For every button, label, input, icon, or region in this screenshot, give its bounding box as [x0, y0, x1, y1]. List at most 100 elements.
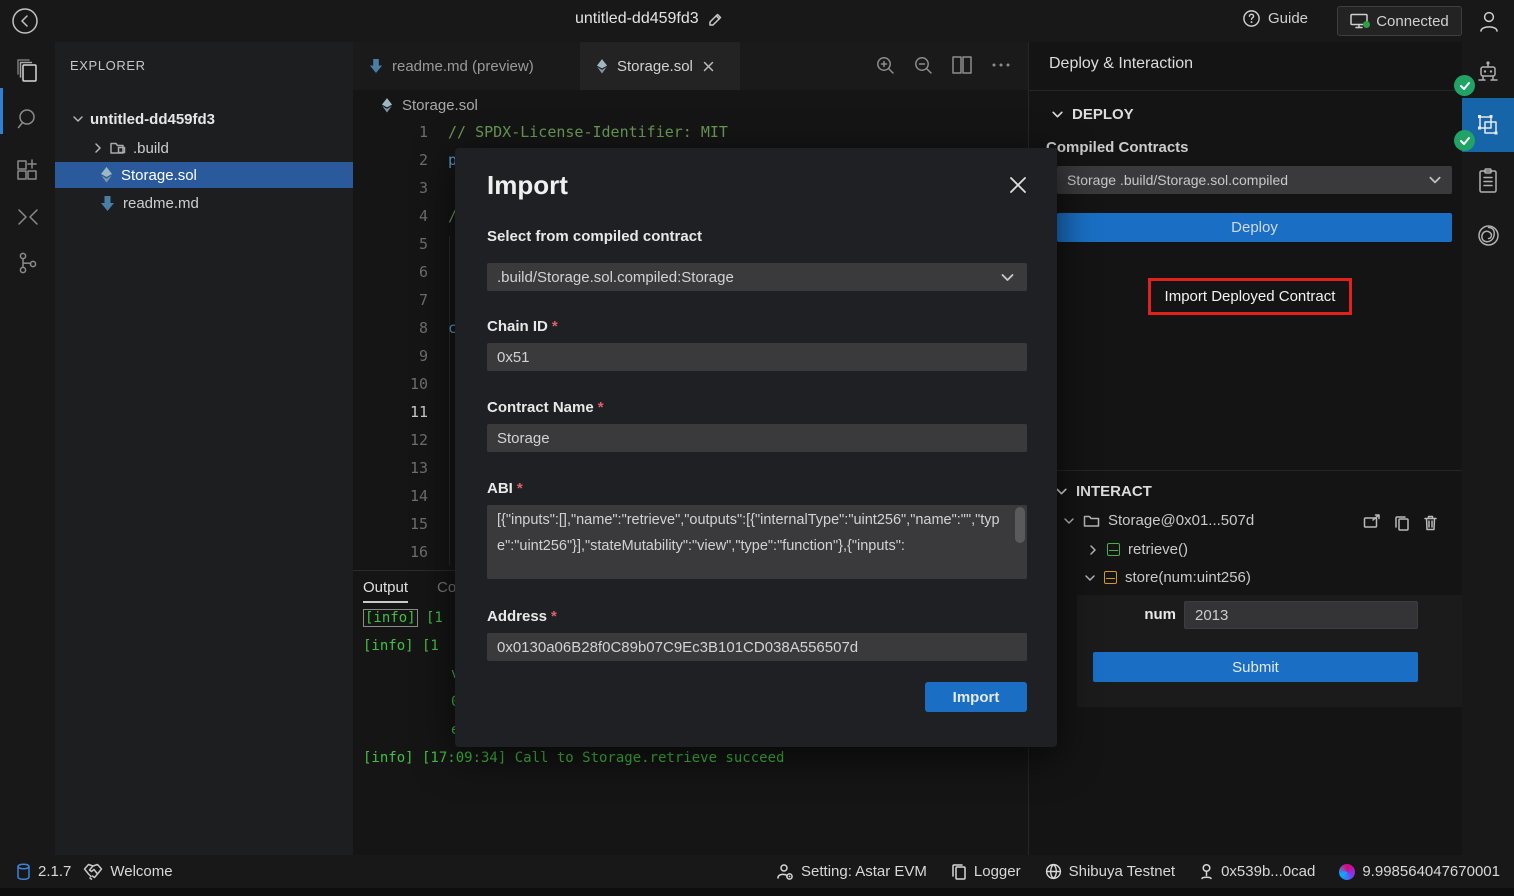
chevron-right-icon	[92, 142, 104, 154]
line-number: 4	[353, 202, 428, 230]
breadcrumb[interactable]: Storage.sol	[381, 92, 478, 118]
modules-icon[interactable]	[0, 146, 55, 196]
line-number: 3	[353, 174, 428, 202]
explorer-panel: EXPLORER untitled-dd459fd3 .build Storag…	[55, 42, 353, 855]
screen-edge-sliver	[0, 888, 1514, 896]
panel-title: Deploy & Interaction	[1049, 55, 1193, 73]
compiled-contract-dropdown-value: .build/Storage.sol.compiled:Storage	[497, 269, 734, 286]
copy-icon[interactable]	[1394, 514, 1410, 531]
welcome-item[interactable]: Welcome	[83, 863, 172, 881]
person-gear-icon	[776, 863, 794, 881]
import-deployed-highlight-box: Import Deployed Contract	[1148, 278, 1352, 315]
modal-title: Import	[487, 170, 568, 201]
monitor-icon	[1350, 13, 1368, 29]
split-editor-icon[interactable]	[951, 55, 973, 76]
handshake-icon	[83, 863, 103, 881]
more-actions-icon[interactable]	[990, 55, 1012, 76]
modal-import-button[interactable]: Import	[925, 682, 1027, 712]
abi-textarea[interactable]: [{"inputs":[],"name":"retrieve","outputs…	[487, 505, 1027, 579]
deploy-button[interactable]: Deploy	[1057, 213, 1452, 242]
user-avatar-icon[interactable]	[1476, 8, 1502, 34]
tab-output[interactable]: Output	[363, 579, 408, 603]
line-number: 2	[353, 146, 428, 174]
deploy-section-label: DEPLOY	[1072, 106, 1134, 123]
wallet-address-label: 0x539b...0cad	[1221, 863, 1315, 880]
open-external-icon[interactable]	[1363, 514, 1381, 531]
network-label: Shibuya Testnet	[1069, 863, 1175, 880]
abi-label: ABI*	[487, 480, 523, 497]
compiled-contract-dropdown[interactable]: .build/Storage.sol.compiled:Storage	[487, 263, 1027, 291]
zoom-out-icon[interactable]	[913, 55, 934, 76]
submit-button[interactable]: Submit	[1093, 652, 1418, 682]
balance-item[interactable]: 9.998564047670001	[1339, 863, 1500, 880]
markdown-file-icon	[369, 58, 383, 74]
root-folder-label: untitled-dd459fd3	[90, 111, 215, 128]
required-asterisk: *	[517, 480, 523, 497]
logger-item[interactable]: Logger	[951, 863, 1021, 880]
guide-button[interactable]: Guide	[1242, 9, 1308, 28]
back-button[interactable]	[10, 6, 40, 36]
close-icon[interactable]	[1007, 174, 1029, 196]
chevron-down-icon	[1084, 572, 1096, 584]
line-number: 16	[353, 538, 428, 566]
audit-clipboard-icon[interactable]	[1462, 154, 1514, 208]
project-title: untitled-dd459fd3	[575, 10, 699, 28]
setting-item[interactable]: Setting: Astar EVM	[776, 863, 927, 881]
database-icon	[16, 863, 31, 881]
tree-item-readme-md[interactable]: readme.md	[55, 190, 353, 216]
editor-tab-strip: readme.md (preview) Storage.sol	[353, 42, 1028, 90]
rename-pencil-icon[interactable]	[707, 11, 724, 28]
title-bar: untitled-dd459fd3 Guide Connected	[0, 0, 1514, 42]
delete-icon[interactable]	[1423, 514, 1438, 531]
tree-item-build[interactable]: .build	[55, 135, 353, 161]
compiled-contract-select[interactable]: Storage .build/Storage.sol.compiled	[1057, 166, 1452, 194]
address-input[interactable]: 0x0130a06B28f0C89b07C9Ec3B101CD038A55650…	[487, 633, 1027, 661]
tab-storage-sol[interactable]: Storage.sol	[580, 42, 740, 90]
close-tab-icon[interactable]	[702, 60, 715, 73]
chainide-window: untitled-dd459fd3 Guide Connected	[0, 0, 1514, 896]
line-number: 9	[353, 342, 428, 370]
tab-readme-label: readme.md (preview)	[392, 58, 534, 75]
required-asterisk: *	[552, 318, 558, 335]
collapse-panels-icon[interactable]	[0, 192, 55, 242]
tree-root-folder[interactable]: untitled-dd459fd3	[55, 106, 353, 132]
explorer-icon[interactable]	[0, 46, 55, 96]
contract-name-label: Contract Name*	[487, 399, 604, 416]
line-number: 7	[353, 286, 428, 314]
interact-section-header[interactable]: INTERACT	[1055, 483, 1152, 500]
contract-instance-row[interactable]: Storage@0x01...507d	[1063, 512, 1254, 529]
chevron-down-icon	[1051, 108, 1064, 121]
deploy-interaction-panel: Deploy & Interaction DEPLOY Compiled Con…	[1028, 42, 1462, 855]
contract-name-input[interactable]: Storage	[487, 424, 1027, 452]
source-control-icon[interactable]	[0, 238, 55, 288]
scrollbar-thumb[interactable]	[1015, 507, 1025, 543]
required-asterisk: *	[551, 608, 557, 625]
interact-section-label: INTERACT	[1076, 483, 1152, 500]
zoom-in-icon[interactable]	[875, 55, 896, 76]
storage-file-label: Storage.sol	[121, 167, 197, 184]
connected-button[interactable]: Connected	[1337, 6, 1462, 36]
logger-label: Logger	[974, 863, 1021, 880]
help-circle-icon	[1242, 9, 1261, 28]
ai-assistant-icon[interactable]	[1462, 208, 1514, 262]
version-item[interactable]: 2.1.7	[16, 863, 71, 881]
chain-id-label: Chain ID*	[487, 318, 558, 335]
tree-item-storage-sol[interactable]: Storage.sol	[55, 162, 353, 188]
connected-label: Connected	[1376, 13, 1449, 30]
param-num-input[interactable]: 2013	[1184, 601, 1418, 629]
network-item[interactable]: Shibuya Testnet	[1045, 863, 1175, 880]
chain-id-input[interactable]: 0x51	[487, 343, 1027, 371]
deploy-section-header[interactable]: DEPLOY	[1051, 106, 1134, 123]
wallet-address-item[interactable]: 0x539b...0cad	[1199, 863, 1315, 880]
select-compiled-label: Select from compiled contract	[487, 228, 702, 245]
function-retrieve-row[interactable]: retrieve()	[1087, 541, 1188, 558]
search-icon[interactable]	[0, 94, 55, 144]
function-store-row[interactable]: store(num:uint256)	[1084, 569, 1251, 586]
chevron-right-icon	[1087, 544, 1099, 556]
line-number: 8	[353, 314, 428, 342]
import-deployed-contract-button[interactable]: Import Deployed Contract	[1165, 288, 1336, 305]
version-label: 2.1.7	[38, 863, 71, 880]
contract-instance-label: Storage@0x01...507d	[1108, 512, 1254, 529]
explorer-header: EXPLORER	[70, 58, 146, 73]
tab-readme-preview[interactable]: readme.md (preview)	[353, 42, 580, 90]
